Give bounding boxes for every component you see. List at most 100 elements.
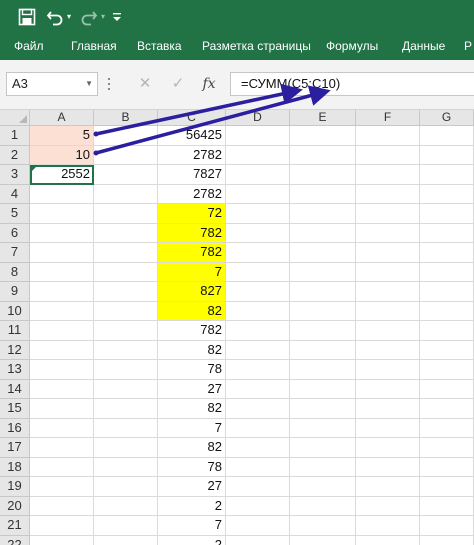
tab-data[interactable]: Данные: [402, 34, 445, 60]
cell-g14[interactable]: [420, 379, 474, 399]
cell-f7[interactable]: [356, 243, 420, 263]
cell-g7[interactable]: [420, 243, 474, 263]
row-header-4[interactable]: 4: [0, 184, 30, 204]
cell-d7[interactable]: [226, 243, 290, 263]
cell-c6[interactable]: 782: [158, 223, 226, 243]
cell-e5[interactable]: [290, 204, 356, 224]
cell-f6[interactable]: [356, 223, 420, 243]
cell-f19[interactable]: [356, 477, 420, 497]
formula-input[interactable]: =СУММ(C5:C10): [230, 72, 474, 96]
undo-dropdown-icon[interactable]: ▾: [64, 6, 74, 28]
cell-f8[interactable]: [356, 262, 420, 282]
row-header-2[interactable]: 2: [0, 145, 30, 165]
cell-b16[interactable]: [94, 418, 158, 438]
cell-b3[interactable]: [94, 165, 158, 185]
cell-f2[interactable]: [356, 145, 420, 165]
cell-a17[interactable]: [30, 438, 94, 458]
cell-d22[interactable]: [226, 535, 290, 545]
tab-review[interactable]: Р: [464, 34, 472, 60]
cell-e13[interactable]: [290, 360, 356, 380]
cell-e9[interactable]: [290, 282, 356, 302]
cell-e3[interactable]: [290, 165, 356, 185]
cell-f4[interactable]: [356, 184, 420, 204]
row-header-11[interactable]: 11: [0, 321, 30, 341]
cell-a9[interactable]: [30, 282, 94, 302]
cell-b14[interactable]: [94, 379, 158, 399]
cell-a3[interactable]: 2552: [30, 165, 94, 185]
cell-f1[interactable]: [356, 126, 420, 146]
cell-f16[interactable]: [356, 418, 420, 438]
row-header-17[interactable]: 17: [0, 438, 30, 458]
cell-c19[interactable]: 27: [158, 477, 226, 497]
row-header-7[interactable]: 7: [0, 243, 30, 263]
cell-e10[interactable]: [290, 301, 356, 321]
cell-a10[interactable]: [30, 301, 94, 321]
cell-e19[interactable]: [290, 477, 356, 497]
cell-d13[interactable]: [226, 360, 290, 380]
cell-f5[interactable]: [356, 204, 420, 224]
cell-a7[interactable]: [30, 243, 94, 263]
name-box-dropdown-icon[interactable]: ▼: [85, 73, 93, 95]
row-header-18[interactable]: 18: [0, 457, 30, 477]
cell-a18[interactable]: [30, 457, 94, 477]
cell-f3[interactable]: [356, 165, 420, 185]
row-header-16[interactable]: 16: [0, 418, 30, 438]
cell-a1[interactable]: 5: [30, 126, 94, 146]
cell-g19[interactable]: [420, 477, 474, 497]
cell-a22[interactable]: [30, 535, 94, 545]
cell-g15[interactable]: [420, 399, 474, 419]
cell-d6[interactable]: [226, 223, 290, 243]
cell-c5[interactable]: 72: [158, 204, 226, 224]
cell-e20[interactable]: [290, 496, 356, 516]
cancel-formula-button[interactable]: ✕: [135, 72, 155, 96]
cell-d3[interactable]: [226, 165, 290, 185]
cell-b12[interactable]: [94, 340, 158, 360]
column-header-d[interactable]: D: [226, 110, 290, 126]
cell-b6[interactable]: [94, 223, 158, 243]
cell-c2[interactable]: 2782: [158, 145, 226, 165]
cell-d18[interactable]: [226, 457, 290, 477]
cell-d14[interactable]: [226, 379, 290, 399]
cell-a8[interactable]: [30, 262, 94, 282]
cell-a13[interactable]: [30, 360, 94, 380]
cell-b5[interactable]: [94, 204, 158, 224]
cell-c8[interactable]: 7: [158, 262, 226, 282]
cell-g10[interactable]: [420, 301, 474, 321]
row-header-6[interactable]: 6: [0, 223, 30, 243]
cell-g8[interactable]: [420, 262, 474, 282]
cell-f20[interactable]: [356, 496, 420, 516]
cell-e22[interactable]: [290, 535, 356, 545]
cell-b1[interactable]: [94, 126, 158, 146]
cell-d21[interactable]: [226, 516, 290, 536]
cell-c21[interactable]: 7: [158, 516, 226, 536]
worksheet-grid[interactable]: A B C D E F G 1 5 56425 2 10 2782 3 2552 7827 4 2782 5 72 6 7…: [0, 110, 474, 545]
cell-d5[interactable]: [226, 204, 290, 224]
row-header-20[interactable]: 20: [0, 496, 30, 516]
cell-b13[interactable]: [94, 360, 158, 380]
cell-f15[interactable]: [356, 399, 420, 419]
insert-function-button[interactable]: fx: [199, 72, 219, 96]
cell-e21[interactable]: [290, 516, 356, 536]
cell-g12[interactable]: [420, 340, 474, 360]
cell-e8[interactable]: [290, 262, 356, 282]
cell-g13[interactable]: [420, 360, 474, 380]
cell-b2[interactable]: [94, 145, 158, 165]
cell-g9[interactable]: [420, 282, 474, 302]
cell-f14[interactable]: [356, 379, 420, 399]
select-all-corner[interactable]: [0, 110, 30, 126]
cell-e15[interactable]: [290, 399, 356, 419]
row-header-22[interactable]: 22: [0, 535, 30, 545]
cell-f13[interactable]: [356, 360, 420, 380]
cell-g1[interactable]: [420, 126, 474, 146]
cell-d9[interactable]: [226, 282, 290, 302]
column-header-c[interactable]: C: [158, 110, 226, 126]
cell-f12[interactable]: [356, 340, 420, 360]
cell-a11[interactable]: [30, 321, 94, 341]
cell-c4[interactable]: 2782: [158, 184, 226, 204]
cell-e4[interactable]: [290, 184, 356, 204]
tab-formulas[interactable]: Формулы: [326, 34, 378, 60]
cell-a15[interactable]: [30, 399, 94, 419]
cell-g17[interactable]: [420, 438, 474, 458]
cell-e2[interactable]: [290, 145, 356, 165]
cell-c18[interactable]: 78: [158, 457, 226, 477]
